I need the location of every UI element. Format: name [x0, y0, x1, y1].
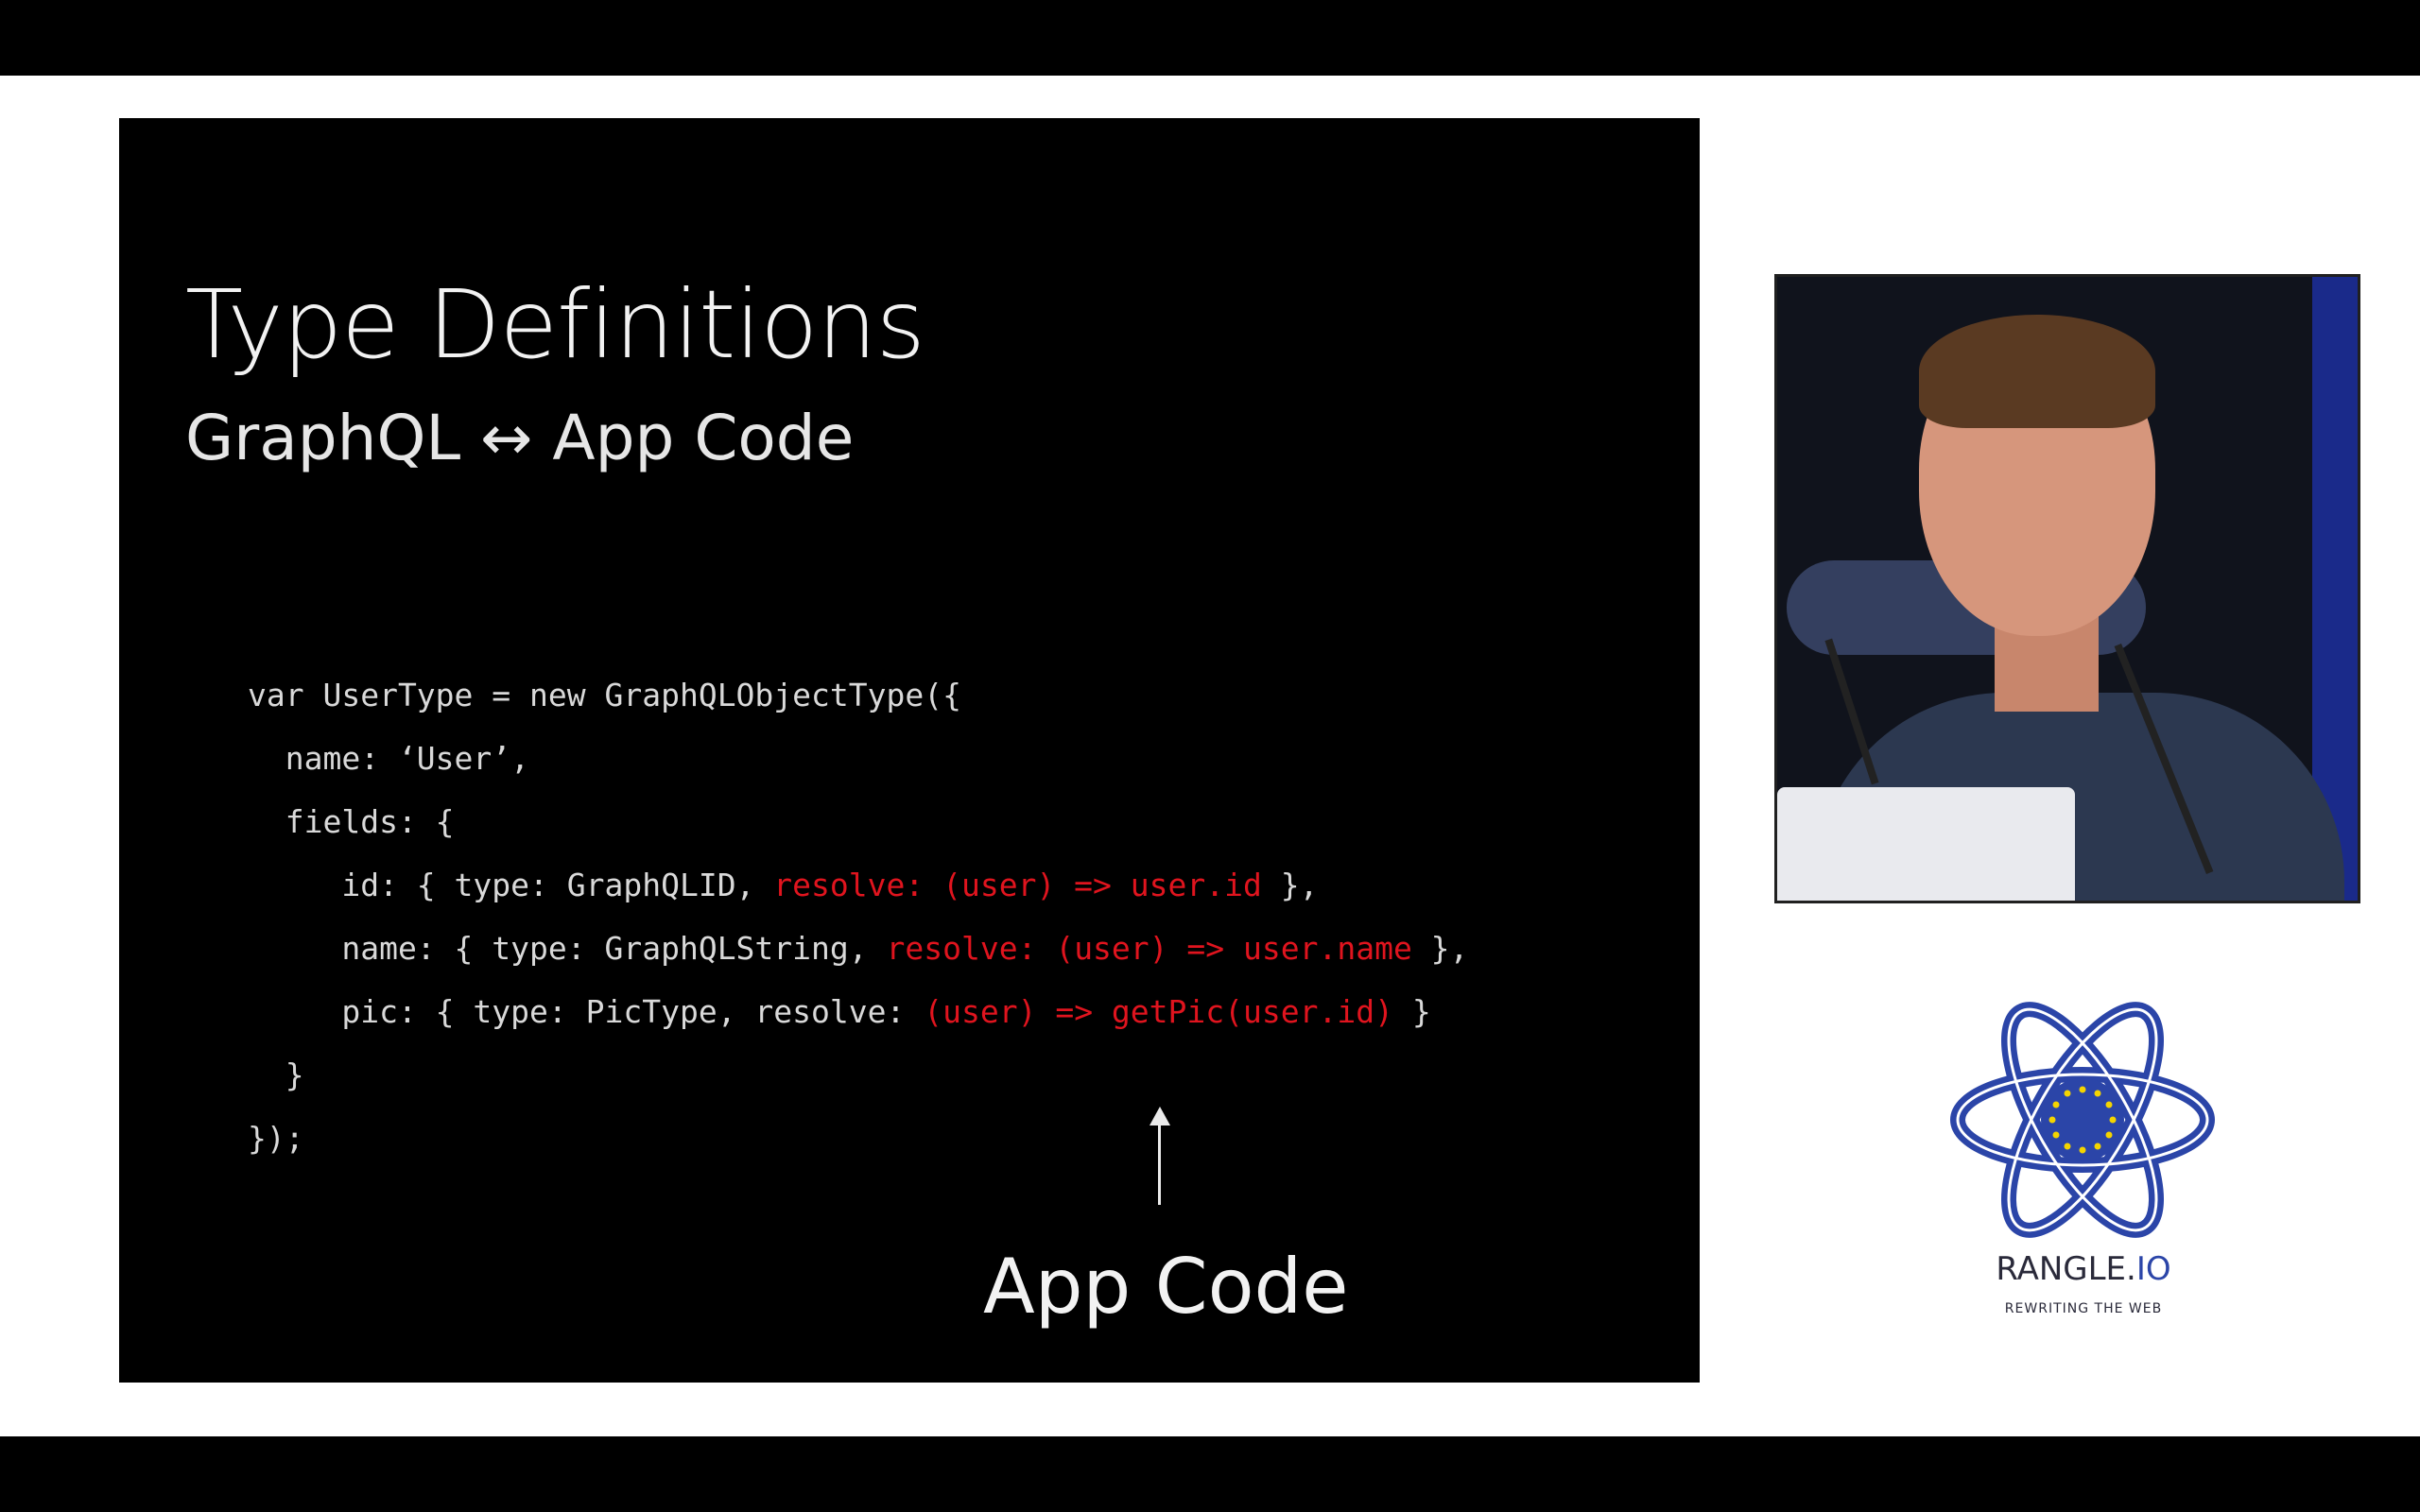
code-block: var UserType = new GraphQLObjectType({ n…: [248, 663, 1468, 1170]
code-line: var UserType = new GraphQLObjectType({: [248, 663, 1468, 727]
speaker-video: [1774, 274, 2360, 903]
letterbox-bottom: [0, 1436, 2420, 1512]
code-text: },: [1261, 867, 1319, 903]
code-highlight: resolve: (user) => user.name: [886, 930, 1412, 967]
letterbox-top: [0, 0, 2420, 76]
react-atom-eu-stars-icon: [1950, 1002, 2215, 1238]
code-text: pic: { type: PicType, resolve:: [248, 993, 925, 1030]
annotation-label: App Code: [983, 1243, 1349, 1331]
slide-title: Type Definitions: [185, 269, 925, 380]
code-line: id: { type: GraphQLID, resolve: (user) =…: [248, 853, 1468, 917]
code-text: }: [1392, 993, 1431, 1030]
speaker-hair: [1919, 315, 2155, 428]
code-line: name: ‘User’,: [248, 727, 1468, 790]
code-line: }: [248, 1043, 1468, 1107]
presentation-slide: Type Definitions GraphQL ↔ App Code var …: [119, 118, 1700, 1383]
code-highlight: (user) => getPic(user.id): [924, 993, 1393, 1030]
sponsor-name-accent: IO: [2135, 1250, 2171, 1288]
code-line: fields: {: [248, 790, 1468, 853]
code-text: }: [248, 1057, 304, 1093]
code-highlight: resolve: (user) => user.id: [773, 867, 1262, 903]
sponsor-tagline: REWRITING THE WEB: [2004, 1301, 2163, 1316]
code-text: name: ‘User’,: [248, 740, 530, 777]
microphone-icon: [1824, 638, 1879, 785]
code-text: var UserType = new GraphQLObjectType({: [248, 677, 961, 713]
code-text: id: { type: GraphQLID,: [248, 867, 774, 903]
code-text: fields: {: [248, 803, 455, 840]
code-line: name: { type: GraphQLString, resolve: (u…: [248, 917, 1468, 980]
code-text: name: { type: GraphQLString,: [248, 930, 887, 967]
sponsor-name: RANGLE.IO: [1951, 1250, 2216, 1288]
laptop: [1777, 787, 2075, 901]
code-line: pic: { type: PicType, resolve: (user) =>…: [248, 980, 1468, 1043]
sponsor-name-main: RANGLE.: [1996, 1250, 2136, 1288]
arrow-shaft: [1158, 1114, 1161, 1205]
code-line: });: [248, 1107, 1468, 1170]
code-text: });: [248, 1120, 304, 1157]
video-frame: Type Definitions GraphQL ↔ App Code var …: [0, 76, 2420, 1436]
code-text: },: [1411, 930, 1469, 967]
slide-subtitle: GraphQL ↔ App Code: [185, 402, 855, 474]
